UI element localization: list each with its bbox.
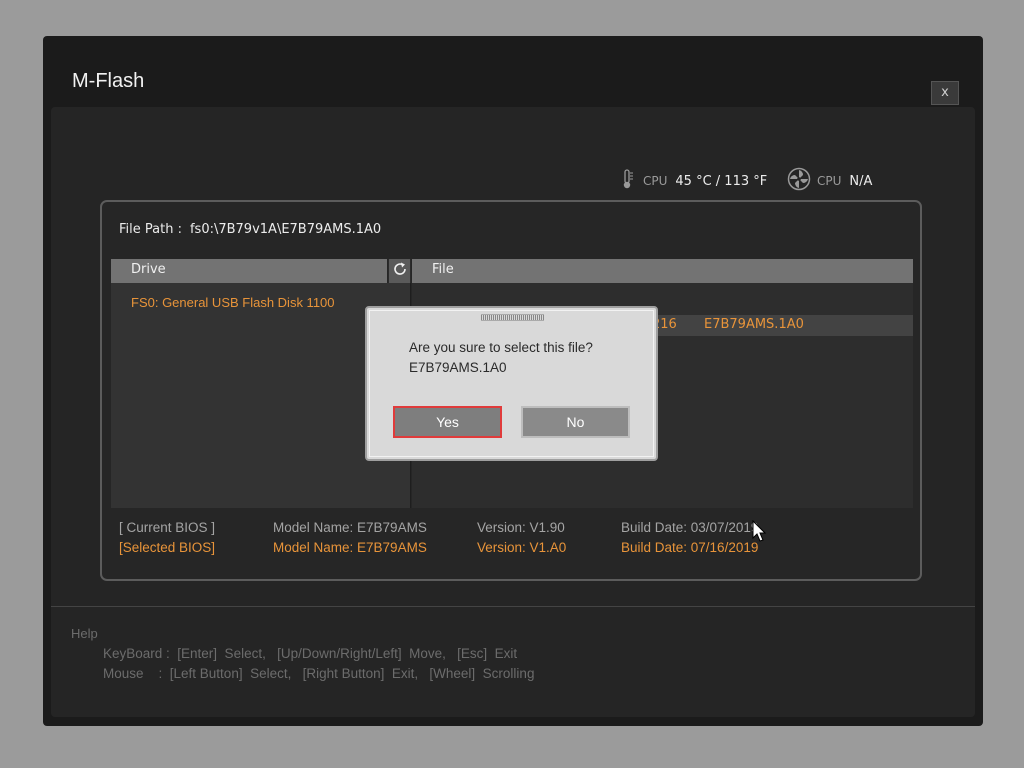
drive-column-header: Drive (111, 259, 387, 283)
cpu-fan-label: CPU (817, 174, 842, 188)
file-path: File Path : fs0:\7B79v1A\E7B79AMS.1A0 (119, 222, 381, 237)
current-bios-date: Build Date: 03/07/2019 (621, 520, 759, 535)
selected-bios-date: Build Date: 07/16/2019 (621, 540, 759, 555)
refresh-icon (392, 261, 408, 281)
cpu-temp-label: CPU (643, 174, 668, 188)
file-path-label: File Path : (119, 222, 182, 237)
drive-item[interactable]: FS0: General USB Flash Disk 1100 (131, 295, 335, 310)
mouse-cursor-icon (752, 519, 768, 548)
help-keyboard: KeyBoard : [Enter] Select, [Up/Down/Righ… (103, 646, 518, 661)
dialog-message: Are you sure to select this file? E7B79A… (409, 338, 593, 378)
help-title: Help (71, 626, 98, 641)
dialog-filename: E7B79AMS.1A0 (409, 360, 507, 375)
dialog-question: Are you sure to select this file? (409, 340, 593, 355)
window-title: M-Flash (72, 70, 145, 92)
no-button[interactable]: No (521, 406, 630, 438)
cpu-fan-sensor: CPU N/A (787, 167, 873, 195)
confirm-dialog: Are you sure to select this file? E7B79A… (365, 306, 658, 461)
drag-handle[interactable] (481, 314, 544, 321)
help-mouse: Mouse : [Left Button] Select, [Right But… (103, 666, 535, 681)
yes-button[interactable]: Yes (393, 406, 502, 438)
file-path-value: fs0:\7B79v1A\E7B79AMS.1A0 (189, 222, 382, 237)
close-button[interactable]: x (931, 81, 959, 105)
current-bios-label: [ Current BIOS ] (119, 520, 216, 535)
cpu-temp-sensor: CPU 45 °C / 113 °F (617, 169, 767, 193)
selected-bios-version: Version: V1.A0 (477, 540, 567, 555)
file-name: E7B79AMS.1A0 (704, 317, 804, 332)
fan-icon (787, 167, 811, 195)
selected-bios-model: Model Name: E7B79AMS (273, 540, 427, 555)
divider (51, 606, 975, 607)
file-column-header: File (412, 259, 913, 283)
current-bios-version: Version: V1.90 (477, 520, 565, 535)
refresh-button[interactable] (388, 259, 411, 283)
thermometer-icon (617, 168, 637, 194)
selected-bios-label: [Selected BIOS] (119, 540, 216, 555)
cpu-temp-value: 45 °C / 113 °F (675, 173, 768, 189)
cpu-fan-value: N/A (849, 173, 873, 189)
current-bios-model: Model Name: E7B79AMS (273, 520, 427, 535)
